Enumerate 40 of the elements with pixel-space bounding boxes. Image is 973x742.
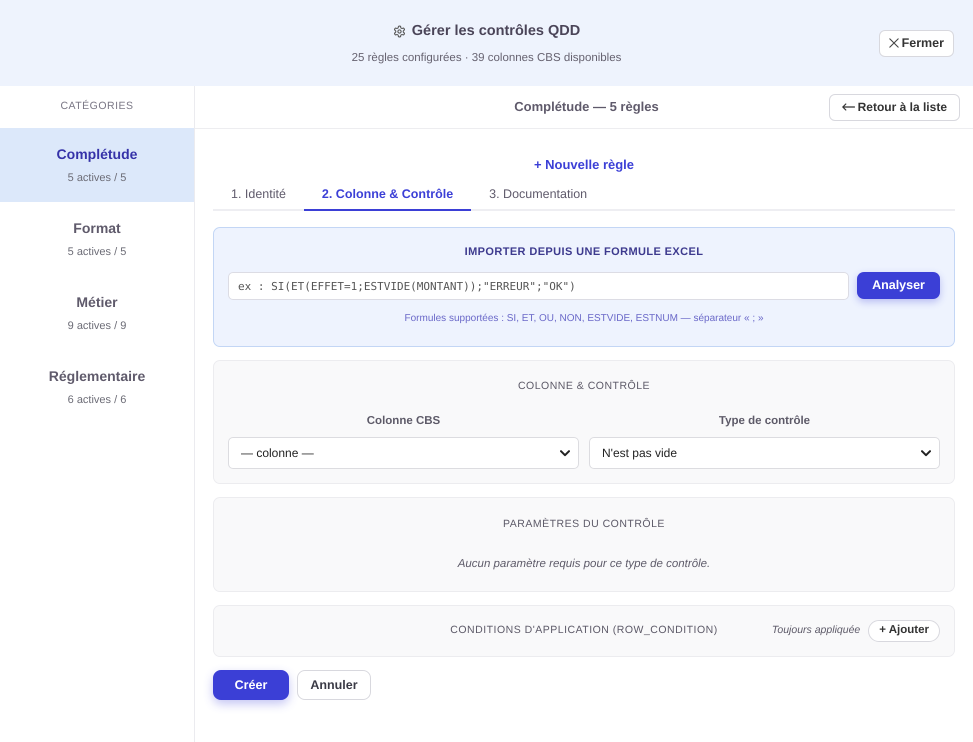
card-title: IMPORTER DEPUIS UNE FORMULE EXCEL <box>464 247 704 258</box>
category-item[interactable]: Complétude 5 actives / 5 <box>0 128 194 202</box>
close-button[interactable]: Fermer <box>878 30 954 56</box>
page-title: Gérer les contrôles QDD <box>412 24 580 38</box>
formula-input[interactable]: ex : SI(ET(EFFET=1;ESTVIDE(MONTANT));"ERREUR";"OK") <box>228 272 849 300</box>
step-tab[interactable]: 1. Identité <box>213 180 304 211</box>
gear-icon <box>392 24 406 38</box>
card-title: COLONNE & CONTRÔLE <box>518 381 650 392</box>
field-label: Colonne CBS <box>366 416 440 427</box>
condition-status: Toujours appliquée <box>772 623 860 638</box>
arrow-left-icon <box>842 103 855 111</box>
cancel-button[interactable]: Annuler <box>297 670 371 700</box>
section-heading: Complétude — 5 règles <box>514 98 659 116</box>
card-title: CONDITIONS D'APPLICATION (ROW_CONDITION) <box>450 623 718 638</box>
select-field[interactable]: — colonne — <box>228 437 579 469</box>
category-name: Métier <box>76 294 118 308</box>
select-field[interactable]: N'est pas vide <box>589 437 940 469</box>
chevron-down-icon <box>921 450 931 456</box>
category-count: 6 actives / 6 <box>68 394 126 406</box>
category-count: 5 actives / 5 <box>68 246 126 258</box>
page-subtitle: 25 règles configurées · 39 colonnes CBS disponibles <box>352 52 622 64</box>
analyze-button[interactable]: Analyser <box>857 272 940 299</box>
category-count: 9 actives / 9 <box>68 320 126 332</box>
sidebar-heading: CATÉGORIES <box>60 99 134 114</box>
card-title: PARAMÈTRES DU CONTRÔLE <box>503 519 665 530</box>
form-title: + Nouvelle règle <box>534 156 634 174</box>
chevron-down-icon <box>560 450 570 456</box>
step-tab[interactable]: 3. Documentation <box>471 180 606 211</box>
create-button[interactable]: Créer <box>213 670 289 700</box>
category-name: Format <box>73 220 121 234</box>
back-button[interactable]: Retour à la liste <box>828 94 960 120</box>
empty-message: Aucun paramètre requis pour ce type de contrôle. <box>458 558 710 570</box>
step-tab[interactable]: 2. Colonne & Contrôle <box>304 180 472 211</box>
field-label: Type de contrôle <box>718 416 810 427</box>
category-name: Réglementaire <box>48 368 146 382</box>
add-condition-button[interactable]: + Ajouter <box>868 620 940 642</box>
category-name: Complétude <box>56 146 138 160</box>
category-count: 5 actives / 5 <box>68 172 126 184</box>
hint-text: Formules supportées : SI, ET, OU, NON, ESTVIDE, ESTNUM — séparateur « ; » <box>404 314 764 324</box>
close-icon <box>888 38 899 48</box>
